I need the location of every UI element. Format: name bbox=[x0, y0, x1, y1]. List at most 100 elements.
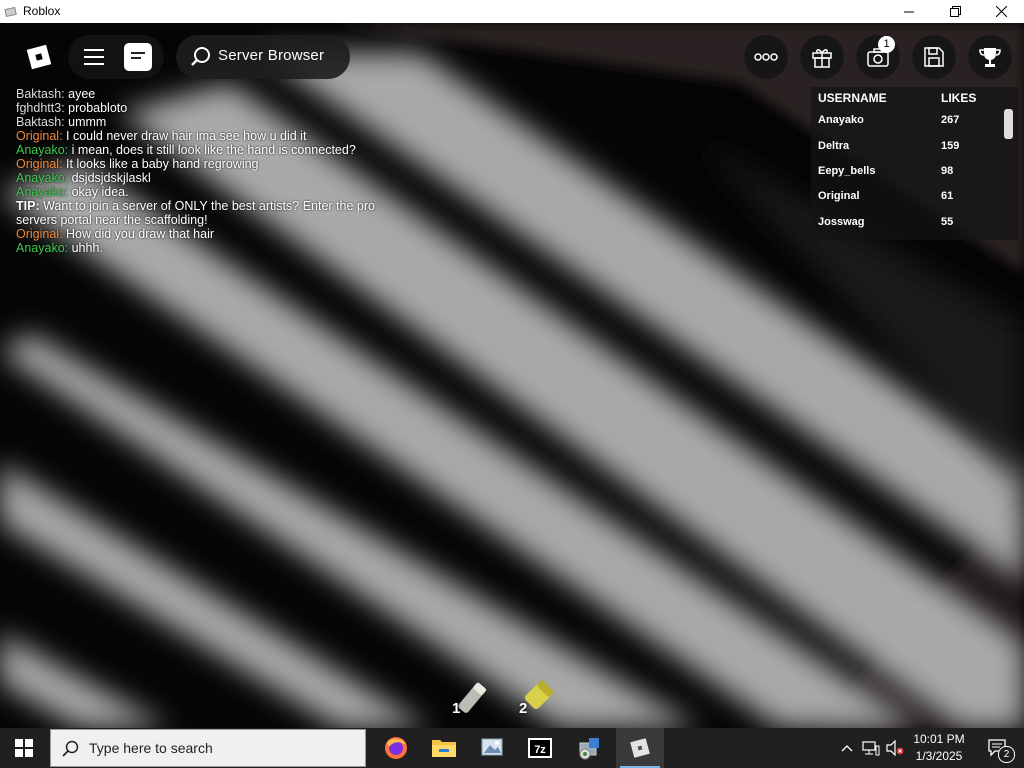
chat-message: ummm bbox=[64, 115, 107, 129]
volume-button[interactable] bbox=[884, 728, 906, 768]
chat-message: It looks like a baby hand regrowing bbox=[62, 157, 259, 171]
chat-author: fghdhtt3: bbox=[16, 101, 65, 115]
gift-icon bbox=[812, 49, 832, 68]
camera-badge: 1 bbox=[878, 36, 895, 53]
chat-line: Original: I could never draw hair ima se… bbox=[16, 129, 406, 143]
close-button[interactable] bbox=[978, 0, 1024, 23]
chat-line: Anayako: uhhh. bbox=[16, 241, 406, 255]
leaderboard-panel: USERNAME LIKES Anayako 267 Deltra 159 Ee… bbox=[811, 87, 1018, 240]
taskbar-app-control-panel[interactable] bbox=[566, 728, 614, 768]
taskbar-app-roblox[interactable] bbox=[616, 728, 664, 768]
trophy-icon bbox=[979, 48, 1001, 67]
clock-time: 10:01 PM bbox=[913, 732, 965, 746]
taskbar-search-box[interactable]: Type here to search bbox=[50, 729, 366, 767]
hotbar-slot-1[interactable]: 1 bbox=[448, 668, 504, 720]
chat-author: Anayako: bbox=[16, 185, 69, 199]
chat-author: Baktash: bbox=[16, 87, 65, 101]
taskbar-clock[interactable]: 10:01 PM 1/3/2025 bbox=[906, 731, 972, 765]
taskbar-app-7zip[interactable]: 7z bbox=[516, 728, 564, 768]
leaderboard-scrollbar[interactable] bbox=[1004, 109, 1013, 139]
chat-line: Anayako: i mean, does it still look like… bbox=[16, 143, 406, 157]
network-icon bbox=[862, 741, 880, 756]
leaderboard-button[interactable] bbox=[968, 35, 1012, 79]
taskbar-app-file-explorer[interactable] bbox=[420, 728, 468, 768]
notification-center-button[interactable]: 2 bbox=[978, 728, 1018, 768]
leaderboard-likes: 267 bbox=[941, 114, 960, 126]
chat-log: Baktash: ayee fghdhtt3: probabloto Bakta… bbox=[16, 87, 406, 255]
taskbar: Type here to search 7z 10:01 PM 1/3/2025… bbox=[0, 728, 1024, 768]
chat-line: Baktash: ummm bbox=[16, 115, 406, 129]
leaderboard-row[interactable]: Eepy_bells 98 bbox=[811, 159, 1001, 184]
leaderboard-row[interactable]: Anayako 267 bbox=[811, 108, 1001, 133]
firefox-icon bbox=[385, 737, 407, 759]
hotbar-slot-2[interactable]: 2 bbox=[514, 668, 570, 720]
search-placeholder: Type here to search bbox=[89, 740, 213, 756]
start-button[interactable] bbox=[0, 728, 48, 768]
hotbar-slot-number: 1 bbox=[452, 700, 461, 717]
chat-author: Original: bbox=[16, 157, 63, 171]
leaderboard-username-header: USERNAME bbox=[818, 91, 887, 105]
notification-count: 2 bbox=[998, 746, 1015, 763]
restore-icon bbox=[949, 6, 961, 17]
chat-author: Original: bbox=[16, 227, 63, 241]
chat-message: Want to join a server of ONLY the best a… bbox=[39, 199, 375, 213]
leaderboard-likes: 98 bbox=[941, 165, 954, 177]
chat-message: i mean, does it still look like the hand… bbox=[68, 143, 356, 157]
chat-author: Baktash: bbox=[16, 115, 65, 129]
chat-message: I could never draw hair ima see how u di… bbox=[62, 129, 307, 143]
leaderboard-row[interactable]: Original 61 bbox=[811, 184, 1001, 209]
more-button[interactable] bbox=[744, 35, 788, 79]
camera-button[interactable]: 1 bbox=[856, 35, 900, 79]
window-title: Roblox bbox=[23, 4, 61, 18]
taskbar-app-firefox[interactable] bbox=[372, 728, 420, 768]
chat-message: okay idea. bbox=[68, 185, 129, 199]
menu-chat-pill bbox=[68, 35, 164, 79]
clock-date: 1/3/2025 bbox=[915, 749, 963, 763]
chat-author: TIP: bbox=[16, 199, 40, 213]
chat-line: Baktash: ayee bbox=[16, 87, 406, 101]
window-titlebar: Roblox bbox=[0, 0, 1024, 23]
leaderboard-likes: 159 bbox=[941, 140, 960, 152]
minimize-button[interactable] bbox=[886, 0, 932, 23]
gift-button[interactable] bbox=[800, 35, 844, 79]
save-button[interactable] bbox=[912, 35, 956, 79]
leaderboard-likes: 55 bbox=[941, 216, 954, 228]
leaderboard-username: Original bbox=[818, 190, 860, 202]
hamburger-menu-icon[interactable] bbox=[82, 45, 106, 69]
roblox-logo-icon bbox=[26, 44, 52, 70]
network-button[interactable] bbox=[860, 728, 882, 768]
leaderboard-row[interactable]: Deltra 159 bbox=[811, 134, 1001, 159]
close-icon bbox=[995, 6, 1007, 17]
more-dots-icon bbox=[754, 53, 778, 61]
roblox-app-icon bbox=[4, 6, 17, 18]
roblox-menu-button[interactable] bbox=[16, 35, 62, 79]
leaderboard-username: Eepy_bells bbox=[818, 165, 876, 177]
chat-message: servers portal near the scaffolding! bbox=[16, 213, 208, 227]
leaderboard-username: Josswag bbox=[818, 216, 865, 228]
chat-toggle-button[interactable] bbox=[124, 43, 152, 71]
chat-author: Anayako: bbox=[16, 171, 69, 185]
chat-message: How did you draw that hair bbox=[62, 227, 215, 241]
show-hidden-icons-button[interactable] bbox=[836, 728, 858, 768]
server-browser-label: Server Browser bbox=[218, 47, 325, 64]
leaderboard-row[interactable]: Josswag 55 bbox=[811, 210, 1001, 235]
file-explorer-icon bbox=[432, 740, 456, 757]
hotbar-slot-number: 2 bbox=[519, 700, 528, 717]
taskbar-app-photos[interactable] bbox=[468, 728, 516, 768]
leaderboard-username: Deltra bbox=[818, 140, 850, 152]
chat-message: dsjdsjdskjlaskl bbox=[68, 171, 151, 185]
7zip-icon: 7z bbox=[528, 738, 552, 758]
restore-button[interactable] bbox=[932, 0, 978, 23]
server-browser-button[interactable]: Server Browser bbox=[176, 35, 350, 79]
game-viewport[interactable]: Server Browser 1 Baktash: ayee fghdhtt3:… bbox=[0, 23, 1024, 728]
leaderboard-username: Anayako bbox=[818, 114, 864, 126]
chat-icon bbox=[131, 52, 145, 71]
chat-line: fghdhtt3: probabloto bbox=[16, 101, 406, 115]
roblox-icon bbox=[630, 738, 650, 758]
chat-message: ayee bbox=[64, 87, 96, 101]
minimize-icon bbox=[904, 11, 914, 12]
leaderboard-likes: 61 bbox=[941, 190, 954, 202]
search-icon bbox=[62, 740, 79, 757]
chat-message: uhhh. bbox=[68, 241, 103, 255]
chat-line: TIP: Want to join a server of ONLY the b… bbox=[16, 199, 406, 213]
